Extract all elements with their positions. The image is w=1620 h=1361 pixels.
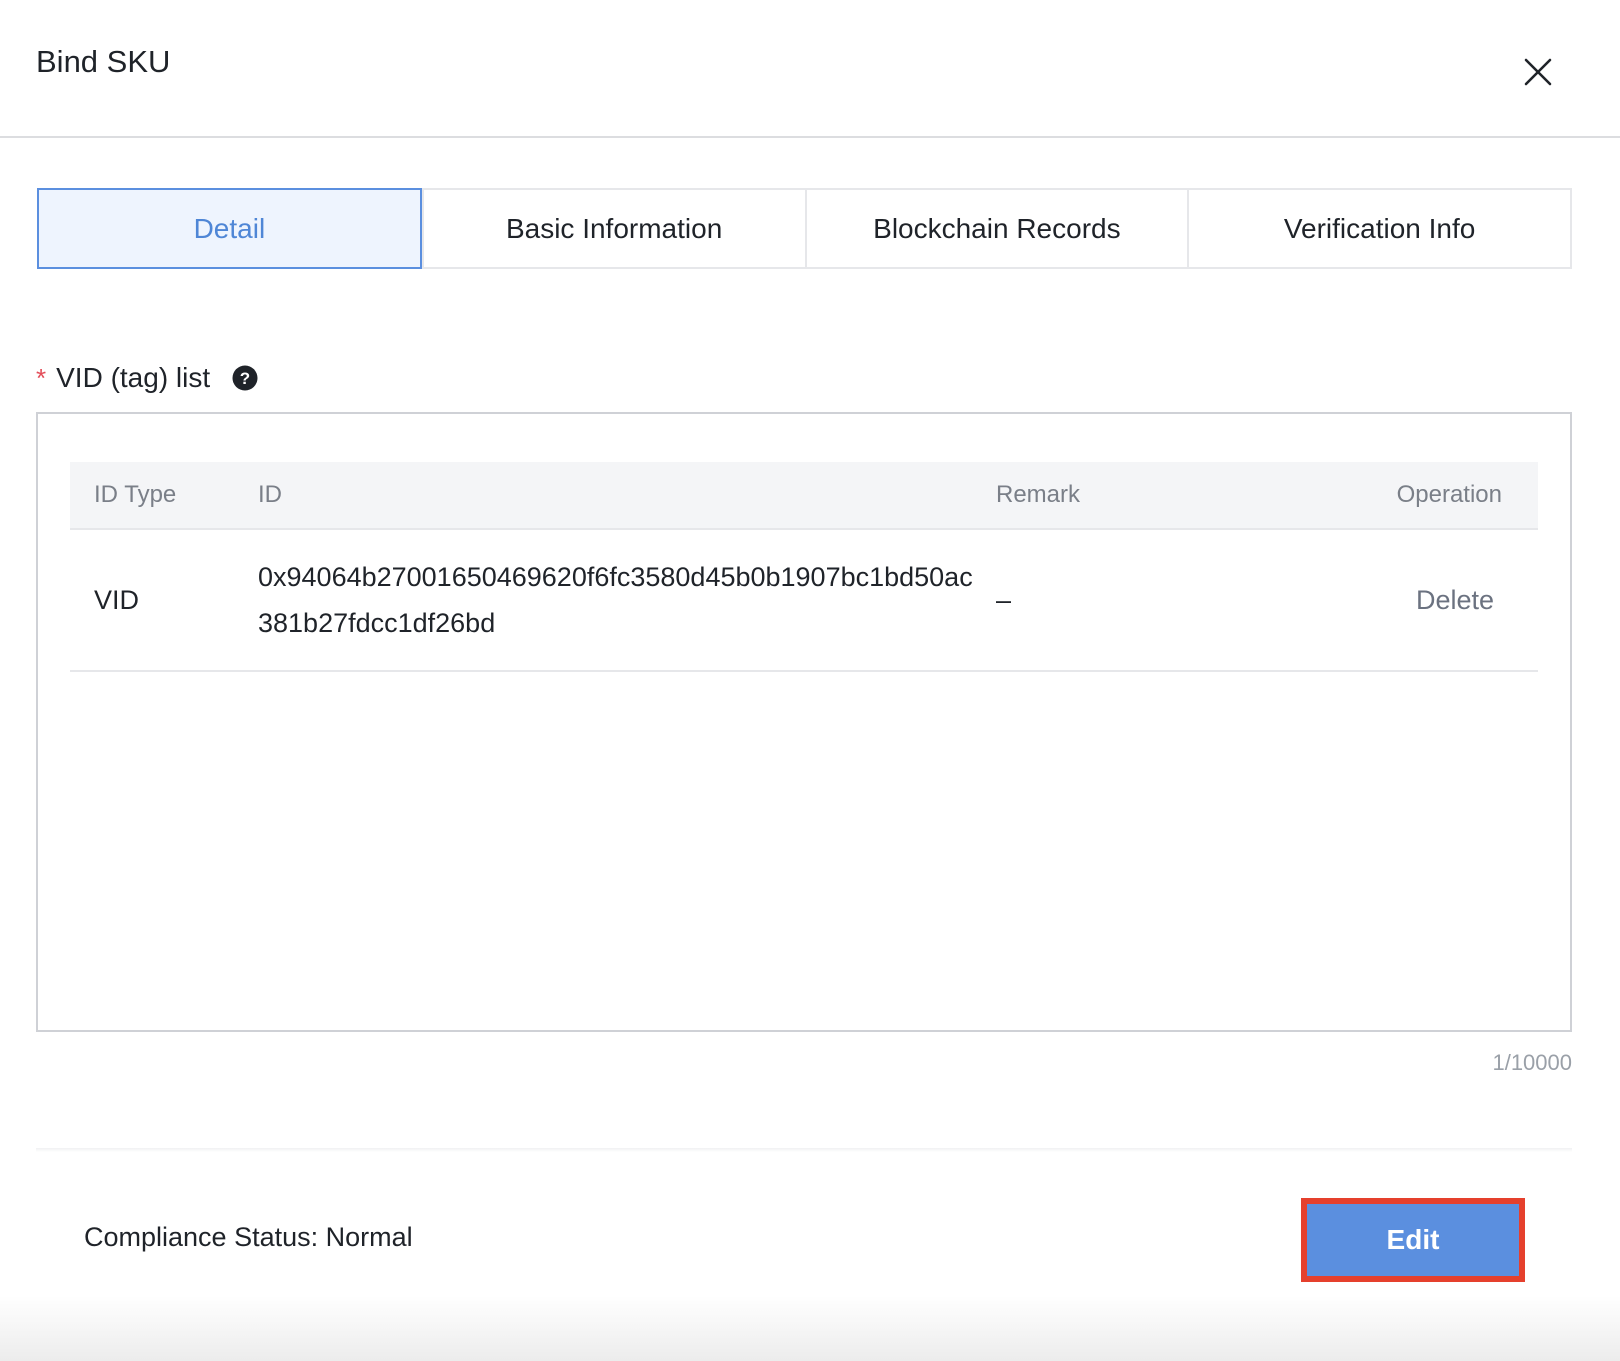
cell-id: 0x94064b27001650469620f6fc3580d45b0b1907… xyxy=(258,562,973,638)
vid-list-box: ID Type ID Remark Operation VID 0x94064b… xyxy=(36,412,1572,1032)
cell-id-type: VID xyxy=(94,584,140,615)
column-header-operation: Operation xyxy=(1396,481,1502,508)
vid-count: 1/10000 xyxy=(1492,1050,1572,1075)
tab-detail[interactable]: Detail xyxy=(37,188,422,269)
dialog-title: Bind SKU xyxy=(36,44,171,79)
question-circle-icon[interactable]: ? xyxy=(232,365,258,391)
table-row: VID 0x94064b27001650469620f6fc3580d45b0b… xyxy=(70,530,1538,672)
bottom-shadow xyxy=(0,1296,1620,1361)
edit-button[interactable]: Edit xyxy=(1301,1198,1525,1282)
tab-verification-info[interactable]: Verification Info xyxy=(1187,190,1570,267)
tab-basic-information[interactable]: Basic Information xyxy=(421,190,805,267)
bind-sku-dialog: Bind SKU Detail Basic Information Blockc… xyxy=(0,0,1620,1361)
footer-divider xyxy=(36,1148,1572,1152)
column-header-id-type: ID Type xyxy=(94,481,177,508)
close-icon[interactable] xyxy=(1518,52,1558,92)
tab-blockchain-records[interactable]: Blockchain Records xyxy=(804,190,1188,267)
delete-link[interactable]: Delete xyxy=(1416,585,1502,615)
vid-list-label: * VID (tag) list ? xyxy=(36,362,258,394)
dialog-header: Bind SKU xyxy=(0,0,1620,138)
compliance-status: Compliance Status: Normal xyxy=(84,1222,413,1252)
cell-remark: – xyxy=(996,584,1012,615)
tab-bar: Detail Basic Information Blockchain Reco… xyxy=(37,188,1572,269)
vid-list-label-text: VID (tag) list xyxy=(56,362,211,393)
column-header-id: ID xyxy=(258,481,282,508)
required-mark: * xyxy=(36,362,47,393)
table-header: ID Type ID Remark Operation xyxy=(70,462,1538,530)
column-header-remark: Remark xyxy=(996,481,1081,508)
vid-table: ID Type ID Remark Operation VID 0x94064b… xyxy=(70,462,1538,672)
cell-operation: Delete xyxy=(1346,585,1538,616)
svg-text:?: ? xyxy=(240,369,250,388)
